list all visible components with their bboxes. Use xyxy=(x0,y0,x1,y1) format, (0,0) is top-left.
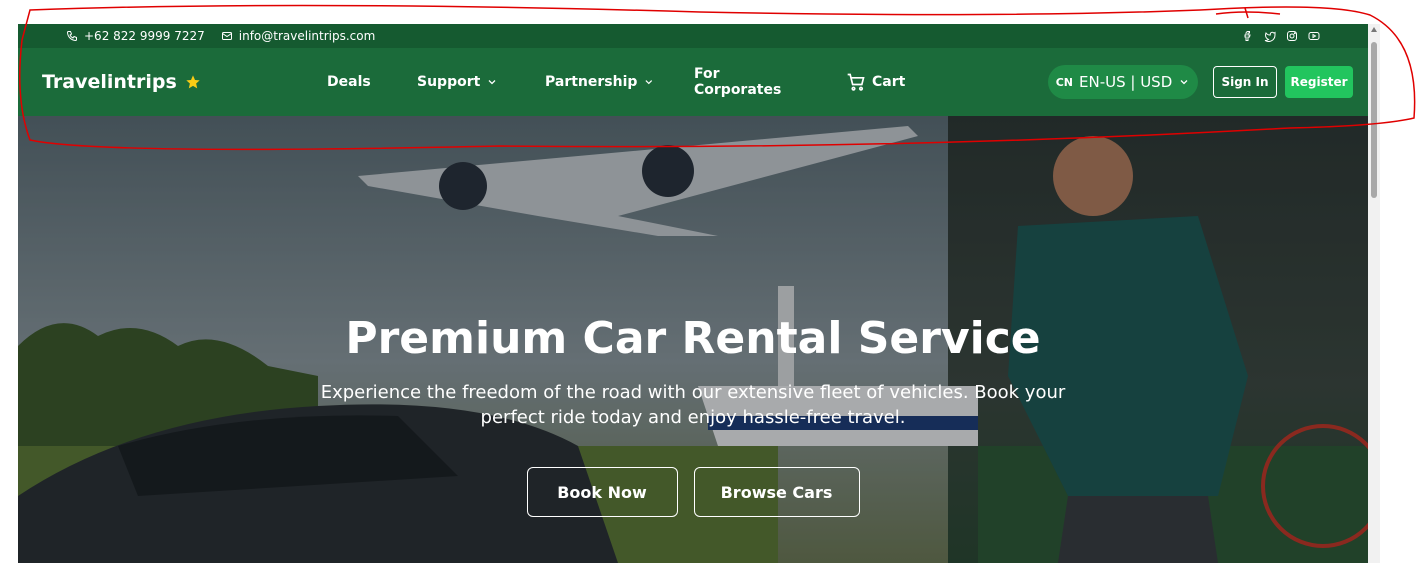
instagram-icon[interactable] xyxy=(1286,30,1298,42)
hero-actions: Book Now Browse Cars xyxy=(18,467,1368,517)
email-address: info@travelintrips.com xyxy=(238,29,376,43)
chevron-down-icon xyxy=(1180,80,1188,85)
phone-number: +62 822 9999 7227 xyxy=(84,29,205,43)
main-navbar: Travelintrips Deals Support Partnership … xyxy=(18,48,1368,116)
sign-in-button[interactable]: Sign In xyxy=(1213,66,1277,98)
nav-deals[interactable]: Deals xyxy=(327,74,387,90)
phone-contact[interactable]: +62 822 9999 7227 xyxy=(66,29,205,43)
flag-badge: CN xyxy=(1055,75,1073,89)
chevron-down-icon xyxy=(645,80,653,85)
nav-cart-label: Cart xyxy=(872,74,906,90)
hero-title: Premium Car Rental Service xyxy=(345,313,1041,364)
nav-support-label: Support xyxy=(417,74,481,90)
contact-info: +62 822 9999 7227 info@travelintrips.com xyxy=(66,24,375,48)
scroll-up-arrow[interactable] xyxy=(1371,27,1377,32)
nav-cart[interactable]: Cart xyxy=(846,72,926,92)
hero-section: Premium Car Rental Service Experience th… xyxy=(18,116,1368,563)
nav-deals-label: Deals xyxy=(327,74,371,90)
cart-icon xyxy=(847,73,865,91)
nav-support[interactable]: Support xyxy=(417,74,507,90)
brand-logo[interactable]: Travelintrips xyxy=(42,48,201,116)
twitter-icon[interactable] xyxy=(1264,30,1276,42)
book-now-button[interactable]: Book Now xyxy=(526,467,678,517)
brand-name: Travelintrips xyxy=(42,71,177,93)
register-button[interactable]: Register xyxy=(1285,66,1353,98)
social-links xyxy=(1242,24,1320,48)
email-contact[interactable]: info@travelintrips.com xyxy=(221,29,376,43)
youtube-icon[interactable] xyxy=(1308,30,1320,42)
language-label: EN-US | USD xyxy=(1079,73,1173,91)
hero-subtitle: Experience the freedom of the road with … xyxy=(320,382,1066,428)
language-currency-selector[interactable]: CN EN-US | USD xyxy=(1048,65,1198,99)
nav-corporates[interactable]: For Corporates xyxy=(694,66,804,98)
browse-cars-button[interactable]: Browse Cars xyxy=(693,467,860,517)
chevron-down-icon xyxy=(488,80,496,85)
mail-icon xyxy=(221,32,232,40)
nav-partnership[interactable]: Partnership xyxy=(545,74,655,90)
facebook-icon[interactable] xyxy=(1242,30,1254,42)
phone-icon xyxy=(66,31,77,42)
star-icon xyxy=(186,75,200,89)
vertical-scrollbar[interactable] xyxy=(1368,24,1380,563)
browser-viewport: +62 822 9999 7227 info@travelintrips.com… xyxy=(18,24,1368,563)
nav-partnership-label: Partnership xyxy=(545,74,638,90)
scroll-thumb[interactable] xyxy=(1371,42,1377,198)
nav-corporates-label: For Corporates xyxy=(694,66,782,98)
top-contact-bar: +62 822 9999 7227 info@travelintrips.com xyxy=(18,24,1368,48)
